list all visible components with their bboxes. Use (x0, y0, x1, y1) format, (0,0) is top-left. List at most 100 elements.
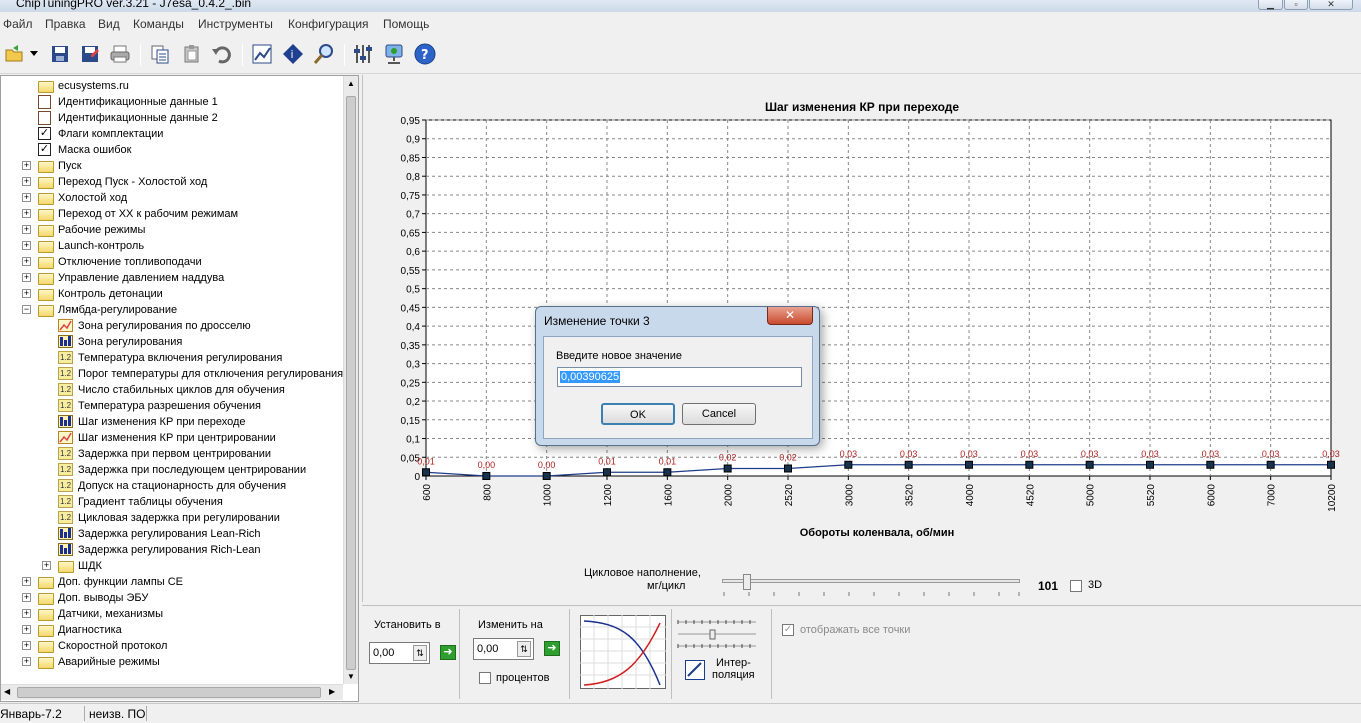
maximize-button[interactable]: ▫ (1284, 0, 1308, 10)
tree-item[interactable]: Launch-контроль (38, 238, 144, 254)
tree-item[interactable]: Скоростной протокол (38, 638, 167, 654)
tree-item[interactable]: 1.2 Температура разрешения обучения (58, 398, 261, 414)
apply-change-arrow-icon[interactable]: ➜ (544, 641, 560, 656)
data-point[interactable] (965, 460, 973, 469)
data-point[interactable] (422, 468, 430, 477)
expand-icon[interactable]: + (22, 593, 31, 602)
apply-set-arrow-icon[interactable]: ➜ (440, 645, 456, 660)
collapse-icon[interactable]: − (22, 305, 31, 314)
chart-icon[interactable] (250, 42, 274, 66)
data-point[interactable] (542, 472, 551, 480)
tree-item[interactable]: ✓ Флаги комплектации (38, 126, 163, 142)
expand-icon[interactable]: + (22, 177, 31, 186)
expand-icon[interactable]: + (22, 609, 31, 618)
close-window-button[interactable]: ✕ (1309, 0, 1353, 10)
tree-item[interactable]: Зона регулирования по дросселю (58, 318, 251, 334)
scroll-up-icon[interactable]: ▲ (347, 79, 355, 88)
tree-item[interactable]: Пуск (38, 158, 82, 174)
chart-plot[interactable]: 00,050,10,150,20,250,30,350,40,450,50,55… (362, 110, 1361, 530)
tree-item[interactable]: Переход Пуск - Холостой ход (38, 174, 207, 190)
data-point[interactable] (1146, 460, 1154, 469)
expand-icon[interactable]: + (22, 241, 31, 250)
data-point[interactable] (1025, 460, 1034, 469)
tree-item[interactable]: 1.2 Допуск на стационарность для обучения (58, 478, 286, 494)
data-point[interactable] (904, 460, 913, 469)
set-to-spinner[interactable]: 0,00 ⇅ (369, 642, 430, 664)
tree-item[interactable]: 1.2 Задержка при первом центрировании (58, 446, 271, 462)
menu-commands[interactable]: Команды (133, 17, 184, 31)
paste-icon[interactable] (180, 42, 204, 66)
tree-item[interactable]: Задержка регулирования Lean-Rich (58, 526, 261, 542)
tree-item[interactable]: Отключение топливоподачи (38, 254, 202, 270)
data-point[interactable] (1327, 460, 1335, 469)
help-icon[interactable]: ? (413, 42, 437, 66)
tree-item[interactable]: 1.2 Число стабильных циклов для обучения (58, 382, 285, 398)
copy-icon[interactable] (148, 42, 172, 66)
tree-item[interactable]: Доп. выводы ЭБУ (38, 590, 148, 606)
cancel-button[interactable]: Cancel (682, 403, 756, 425)
data-point[interactable] (1266, 460, 1275, 469)
save-as-icon[interactable] (78, 42, 102, 66)
minimize-button[interactable]: ▁ (1258, 0, 1283, 10)
scroll-left-icon[interactable]: ◀ (4, 687, 10, 696)
open-icon[interactable] (3, 42, 27, 66)
undo-icon[interactable] (210, 42, 234, 66)
settings-icon[interactable] (351, 42, 375, 66)
tree-item[interactable]: 1.2 Задержка при последующем центрировани… (58, 462, 306, 478)
tree-item[interactable]: Шаг изменения КР при центрировании (58, 430, 276, 446)
tree-item[interactable]: 1.2 Цикловая задержка при регулировании (58, 510, 280, 526)
menu-view[interactable]: Вид (98, 17, 120, 31)
tree-item[interactable]: ecusystems.ru (38, 78, 129, 94)
tree-horizontal-scrollbar[interactable]: ◀ ▶ (1, 684, 343, 700)
connect-icon[interactable] (382, 42, 406, 66)
tree-item[interactable]: Зона регулирования (58, 334, 182, 350)
interpolation-icon[interactable] (685, 660, 705, 680)
expand-icon[interactable]: + (22, 577, 31, 586)
tree-item[interactable]: ✓ Маска ошибок (38, 142, 131, 158)
menu-edit[interactable]: Правка (45, 17, 86, 31)
data-point[interactable] (784, 464, 792, 473)
change-by-spinner[interactable]: 0,00 ⇅ (473, 638, 534, 660)
tree-item[interactable]: Диагностика (38, 622, 122, 638)
info-icon[interactable]: i (281, 42, 305, 66)
expand-icon[interactable]: + (22, 657, 31, 666)
data-point[interactable] (844, 460, 853, 469)
data-point[interactable] (663, 468, 672, 477)
dialog-close-button[interactable]: ✕ (767, 307, 813, 325)
tree-item[interactable]: Рабочие режимы (38, 222, 145, 238)
menu-file[interactable]: Файл (3, 17, 33, 31)
data-point[interactable] (723, 464, 732, 473)
percent-checkbox[interactable] (479, 672, 491, 684)
expand-icon[interactable]: + (22, 289, 31, 298)
scroll-right-icon[interactable]: ▶ (329, 687, 335, 696)
menu-help[interactable]: Помощь (383, 17, 429, 31)
menu-tools[interactable]: Инструменты (198, 17, 273, 31)
tree-item[interactable]: Доп. функции лампы СЕ (38, 574, 183, 590)
tree-item[interactable]: Шаг изменения КР при переходе (58, 414, 246, 430)
tree-item[interactable]: Датчики, механизмы (38, 606, 163, 622)
3d-checkbox[interactable] (1070, 580, 1082, 592)
tree-item[interactable]: Управление давлением наддува (38, 270, 224, 286)
tree-item[interactable]: 1.2 Температура включения регулирования (58, 350, 282, 366)
tree-item[interactable]: Переход от ХХ к рабочим режимам (38, 206, 238, 222)
expand-icon[interactable]: + (22, 161, 31, 170)
curve-shape-icon[interactable] (580, 615, 666, 689)
tree-item[interactable]: 1.2 Порог температуры для отключения регу… (58, 366, 343, 382)
expand-icon[interactable]: + (42, 561, 51, 570)
tree-item[interactable]: Контроль детонации (38, 286, 163, 302)
interpolation-sliders[interactable] (676, 616, 758, 652)
tree-hscroll-thumb[interactable] (17, 687, 321, 698)
tree-vscroll-thumb[interactable] (346, 96, 356, 670)
print-icon[interactable] (108, 42, 132, 66)
data-point[interactable] (482, 472, 491, 480)
expand-icon[interactable]: + (22, 225, 31, 234)
ok-button[interactable]: OK (601, 403, 675, 425)
load-slider-track[interactable] (722, 579, 1020, 583)
menu-configuration[interactable]: Конфигурация (288, 17, 369, 31)
tree-item[interactable]: Аварийные режимы (38, 654, 160, 670)
expand-icon[interactable]: + (22, 193, 31, 202)
tree-item[interactable]: Идентификационные данные 2 (38, 110, 218, 126)
tree-item[interactable]: Холостой ход (38, 190, 127, 206)
expand-icon[interactable]: + (22, 209, 31, 218)
show-all-points-checkbox[interactable]: ✓ (782, 624, 794, 636)
